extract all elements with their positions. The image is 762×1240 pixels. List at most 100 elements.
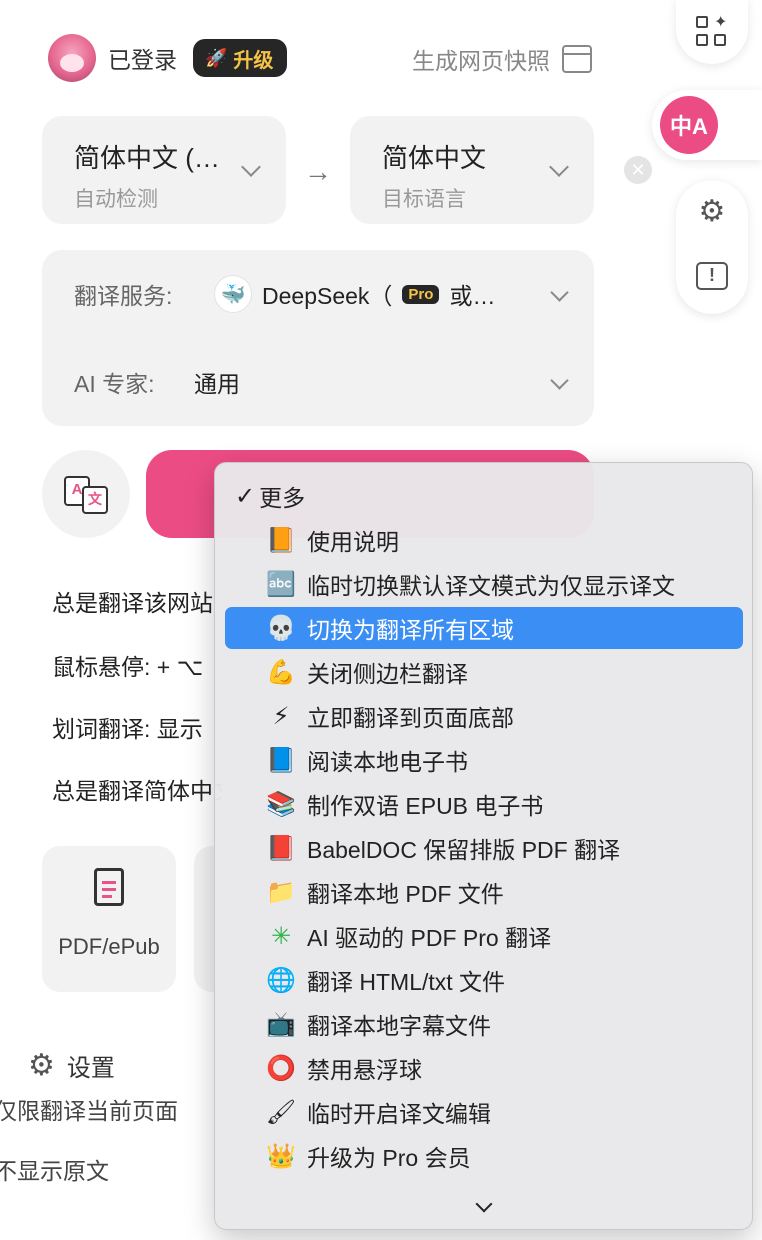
upgrade-label: 升级: [233, 49, 274, 72]
globe-icon: 🌐: [266, 966, 296, 994]
popup-header: 已登录 🚀 升级 生成网页快照: [48, 32, 608, 84]
translate-icon-overlay: 文: [82, 486, 108, 514]
apps-button[interactable]: ✦: [676, 0, 748, 64]
menu-item-label: 翻译本地字幕文件: [307, 1013, 491, 1039]
floating-tools: ⚙ !: [676, 180, 748, 314]
ai-expert-select[interactable]: AI 专家: 通用: [74, 362, 569, 402]
pro-badge: Pro: [402, 284, 440, 304]
grid-sparkle-icon: ✦: [696, 14, 728, 48]
lightning-icon: ⚡: [272, 702, 290, 730]
menu-header-label: 更多: [259, 485, 306, 511]
service-settings: 翻译服务: 🐳 DeepSeek（ Pro 或… AI 专家: 通用: [42, 250, 594, 426]
user-avatar[interactable]: [48, 34, 96, 82]
menu-item-label: 关闭侧边栏翻译: [307, 661, 468, 687]
more-menu: ✓ 更多 📙 使用说明 🔤 临时切换默认译文模式为仅显示译文 💀 切换为翻译所有区域 …: [214, 462, 753, 1230]
chevron-down-icon: [550, 371, 569, 390]
skull-icon: 💀: [266, 614, 296, 642]
books-icon: 📚: [266, 790, 296, 818]
gear-icon[interactable]: ⚙: [676, 194, 748, 229]
close-icon[interactable]: ✕: [624, 156, 652, 184]
menu-item-toggle-mode[interactable]: 🔤 临时切换默认译文模式为仅显示译文: [225, 563, 743, 605]
menu-item-label: 切换为翻译所有区域: [307, 617, 514, 643]
menu-item-translate-to-bottom[interactable]: ⚡ 立即翻译到页面底部: [225, 695, 743, 737]
target-language-name: 简体中文: [382, 143, 487, 173]
menu-item-make-epub[interactable]: 📚 制作双语 EPUB 电子书: [225, 783, 743, 825]
book-blue-icon: 📘: [266, 746, 296, 774]
service-label: 翻译服务:: [74, 283, 173, 309]
menu-item-label: 临时切换默认译文模式为仅显示译文: [307, 573, 675, 599]
arrow-right-icon: →: [304, 156, 332, 187]
expert-value: 通用: [194, 371, 240, 397]
chevron-down-icon: [475, 1195, 492, 1213]
target-language-hint: 目标语言: [382, 188, 466, 211]
menu-item-label: AI 驱动的 PDF Pro 翻译: [307, 925, 552, 951]
service-value-suffix: 或…: [449, 283, 496, 309]
pdf-epub-tile[interactable]: PDF/ePub: [42, 846, 176, 992]
crown-icon: 👑: [266, 1142, 296, 1170]
menu-item-subtitles[interactable]: 📺 翻译本地字幕文件: [225, 1003, 743, 1045]
menu-header[interactable]: ✓ 更多: [235, 479, 305, 513]
menu-item-edit-translation[interactable]: 🖌 临时开启译文编辑: [225, 1091, 743, 1133]
menu-item-label: 升级为 Pro 会员: [307, 1145, 471, 1171]
menu-item-manual[interactable]: 📙 使用说明: [225, 519, 743, 561]
menu-item-disable-float-ball[interactable]: ⭕ 禁用悬浮球: [225, 1047, 743, 1089]
menu-item-babeldoc[interactable]: 📕 BabelDOC 保留排版 PDF 翻译: [225, 827, 743, 869]
translate-mode-button[interactable]: A 文: [42, 450, 130, 538]
menu-item-label: 禁用悬浮球: [307, 1057, 422, 1083]
book-red-icon: 📕: [266, 834, 296, 862]
book-orange-icon: 📙: [266, 526, 296, 554]
menu-item-ai-pdf-pro[interactable]: ✳ AI 驱动的 PDF Pro 翻译: [225, 915, 743, 957]
paintbrush-icon: 🖌: [265, 1098, 297, 1126]
menu-item-label: BabelDOC 保留排版 PDF 翻译: [307, 837, 621, 863]
snapshot-icon: [562, 45, 592, 73]
option-selection-translate[interactable]: 划词翻译: 显示: [52, 710, 222, 744]
service-value: DeepSeek（: [262, 283, 393, 309]
translation-service-select[interactable]: 翻译服务: 🐳 DeepSeek（ Pro 或…: [74, 274, 569, 314]
option-always-translate-site[interactable]: 总是翻译该网站: [52, 584, 222, 618]
upgrade-button[interactable]: 🚀 升级: [193, 39, 288, 77]
check-icon: ✓: [235, 482, 256, 510]
sparkle-icon: ✳: [270, 922, 292, 950]
menu-item-read-ebook[interactable]: 📘 阅读本地电子书: [225, 739, 743, 781]
source-language-select[interactable]: 简体中文 (… 自动检测: [42, 116, 286, 224]
muscle-icon: 💪: [266, 658, 296, 686]
menu-item-translate-all-areas[interactable]: 💀 切换为翻译所有区域: [225, 607, 743, 649]
option-always-translate-language[interactable]: 总是翻译简体中文: [52, 772, 222, 806]
abc-icon: 🔤: [266, 570, 296, 598]
pdf-epub-label: PDF/ePub: [58, 934, 160, 959]
menu-item-close-sidebar[interactable]: 💪 关闭侧边栏翻译: [225, 651, 743, 693]
expert-label: AI 专家:: [74, 371, 155, 397]
menu-item-label: 使用说明: [307, 529, 399, 555]
deepseek-logo-icon: 🐳: [214, 275, 252, 313]
background-text: 仅限翻译当前页面: [0, 1098, 178, 1124]
settings-label: 设置: [66, 1055, 115, 1082]
login-status: 已登录: [108, 47, 177, 73]
option-hover-translate[interactable]: 鼠标悬停: + ⌥: [52, 648, 222, 682]
menu-item-label: 制作双语 EPUB 电子书: [307, 793, 544, 819]
menu-item-upgrade-pro[interactable]: 👑 升级为 Pro 会员: [225, 1135, 743, 1177]
gear-icon: ⚙: [28, 1049, 55, 1082]
floating-translate-button[interactable]: 中A: [652, 90, 762, 160]
menu-item-label: 临时开启译文编辑: [307, 1101, 491, 1127]
background-text: 不显示原文: [0, 1158, 109, 1184]
document-icon: [94, 868, 124, 906]
settings-button[interactable]: ⚙ 设置: [28, 1048, 115, 1083]
folder-icon: 📁: [266, 878, 296, 906]
menu-item-html-txt[interactable]: 🌐 翻译 HTML/txt 文件: [225, 959, 743, 1001]
menu-item-label: 阅读本地电子书: [307, 749, 468, 775]
target-language-select[interactable]: 简体中文 目标语言: [350, 116, 594, 224]
snapshot-label: 生成网页快照: [412, 48, 550, 74]
menu-scroll-down[interactable]: [215, 1195, 752, 1215]
snapshot-button[interactable]: 生成网页快照: [412, 42, 592, 76]
source-language-hint: 自动检测: [74, 188, 158, 211]
tv-icon: 📺: [266, 1010, 296, 1038]
feedback-icon[interactable]: !: [696, 262, 728, 290]
rocket-icon: 🚀: [205, 47, 228, 68]
red-circle-icon: ⭕: [266, 1054, 296, 1082]
menu-item-label: 翻译本地 PDF 文件: [307, 881, 504, 907]
chevron-down-icon: [550, 283, 569, 302]
menu-item-label: 立即翻译到页面底部: [307, 705, 514, 731]
menu-item-label: 翻译 HTML/txt 文件: [307, 969, 506, 995]
source-language-name: 简体中文 (…: [74, 143, 220, 173]
menu-item-local-pdf[interactable]: 📁 翻译本地 PDF 文件: [225, 871, 743, 913]
